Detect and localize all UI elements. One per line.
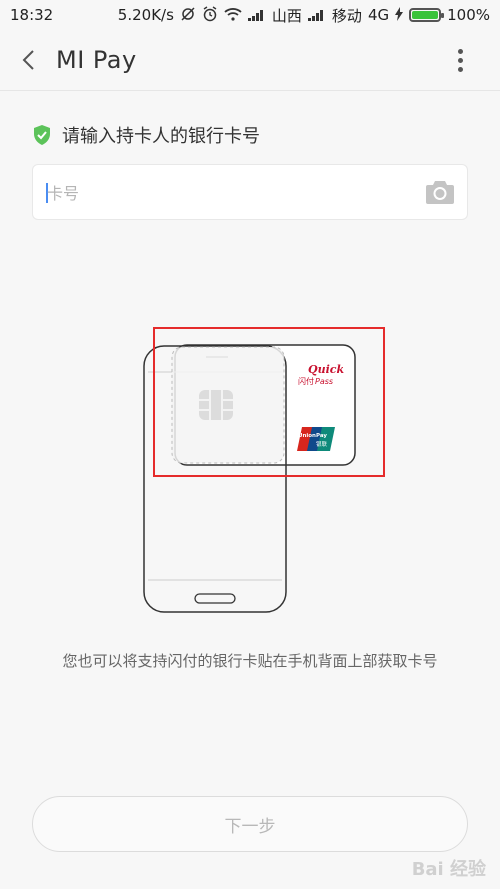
charging-icon (395, 6, 404, 24)
alarm-icon (202, 5, 218, 25)
battery-icon (409, 8, 445, 22)
card-number-field (32, 164, 468, 221)
watermark: Bai 经验 (412, 855, 486, 881)
more-menu-button[interactable] (442, 42, 478, 78)
signal-icon (307, 9, 326, 21)
network-speed: 5.20K/s (117, 6, 174, 24)
page-title: MI Pay (56, 46, 137, 74)
back-chevron-icon (22, 50, 34, 70)
signal-icon (247, 9, 266, 21)
status-time: 18:32 (10, 6, 54, 24)
shield-check-icon (34, 125, 50, 145)
carrier-2: 移动 (331, 6, 362, 25)
highlight-box (153, 327, 385, 477)
status-bar: 18:32 5.20K/s 山西 移动 4G 100% (0, 0, 500, 30)
sync-off-icon (180, 6, 196, 25)
network-type: 4G (367, 6, 390, 24)
camera-icon (426, 181, 454, 204)
home-button (194, 593, 236, 604)
header-divider (0, 90, 500, 91)
card-number-input[interactable] (45, 165, 409, 221)
card-prompt: 请输入持卡人的银行卡号 (32, 122, 260, 148)
carrier-1: 山西 (271, 6, 302, 25)
more-vertical-icon (457, 48, 463, 54)
next-button[interactable]: 下一步 (32, 796, 468, 852)
back-button[interactable] (0, 30, 56, 90)
wifi-icon (224, 7, 242, 24)
watermark-text: Bai 经验 (411, 859, 486, 880)
scan-card-button[interactable] (425, 178, 455, 206)
battery-level: 100% (447, 6, 490, 24)
app-bar: MI Pay (0, 30, 500, 90)
nfc-hint-text: 您也可以将支持闪付的银行卡贴在手机背面上部获取卡号 (62, 652, 438, 670)
prompt-text: 请输入持卡人的银行卡号 (62, 126, 260, 147)
